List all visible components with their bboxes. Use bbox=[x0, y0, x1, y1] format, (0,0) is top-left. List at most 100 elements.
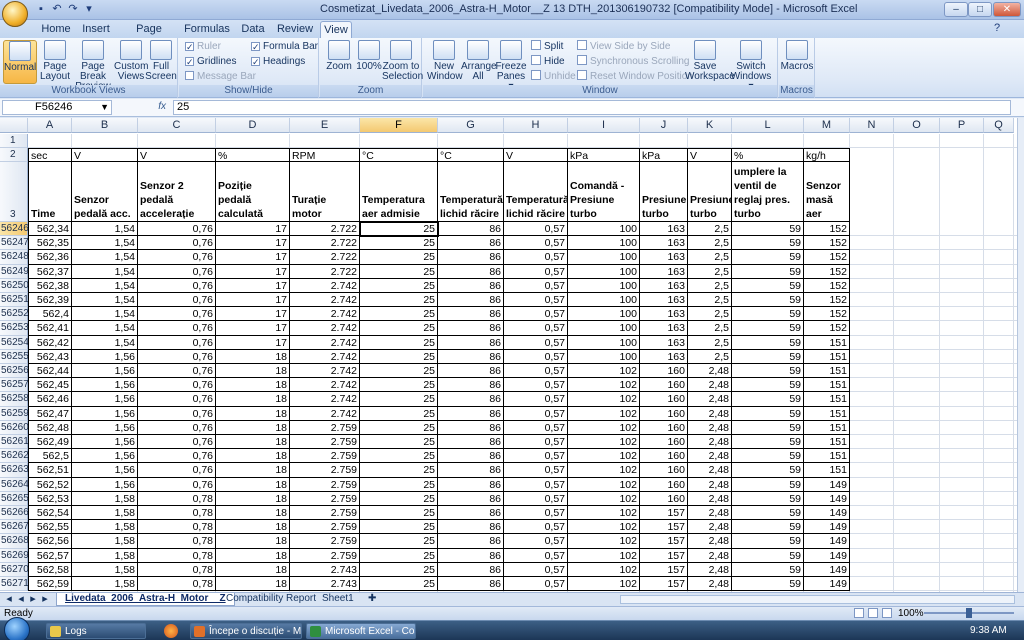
data-cell[interactable]: 562,42 bbox=[28, 335, 72, 350]
data-cell[interactable]: 1,54 bbox=[72, 307, 138, 322]
data-cell[interactable]: 102 bbox=[568, 392, 640, 407]
formula-input[interactable]: 25 bbox=[173, 100, 1011, 115]
page-break-preview-button[interactable]: Page Break Preview bbox=[74, 40, 112, 92]
data-cell[interactable]: 86 bbox=[438, 435, 504, 450]
data-cell[interactable]: 562,44 bbox=[28, 364, 72, 379]
data-cell[interactable]: 100 bbox=[568, 236, 640, 251]
data-cell[interactable]: 1,54 bbox=[72, 321, 138, 336]
name-box[interactable]: F56246 ▼ bbox=[2, 100, 112, 115]
data-cell[interactable]: 59 bbox=[732, 293, 804, 308]
row-header[interactable]: 56261 bbox=[0, 435, 29, 450]
column-header-e[interactable]: E bbox=[290, 118, 360, 133]
insert-function-icon[interactable]: fx bbox=[116, 101, 166, 114]
row-header[interactable]: 56248 bbox=[0, 250, 29, 265]
data-cell[interactable]: 0,57 bbox=[504, 321, 568, 336]
row-header[interactable]: 56250 bbox=[0, 278, 29, 293]
row-header-1[interactable]: 1 bbox=[0, 134, 28, 148]
column-title-cell[interactable]: Turație motor bbox=[290, 162, 360, 222]
data-cell[interactable]: 562,37 bbox=[28, 264, 72, 279]
data-cell[interactable]: 562,48 bbox=[28, 420, 72, 435]
zoom-level[interactable]: 100% bbox=[898, 607, 924, 620]
data-cell[interactable]: 100 bbox=[568, 222, 640, 237]
column-header-q[interactable]: Q bbox=[984, 118, 1014, 133]
data-cell[interactable]: 102 bbox=[568, 534, 640, 549]
message-bar-checkbox[interactable]: Message Bar bbox=[185, 70, 256, 84]
data-cell[interactable]: 86 bbox=[438, 491, 504, 506]
column-title-cell[interactable]: Presiune turbo bbox=[640, 162, 688, 222]
tab-insert[interactable]: Insert bbox=[78, 21, 114, 38]
data-cell[interactable]: 25 bbox=[360, 364, 438, 379]
data-cell[interactable]: 102 bbox=[568, 378, 640, 393]
data-cell[interactable]: 562,51 bbox=[28, 463, 72, 478]
data-cell[interactable]: 1,56 bbox=[72, 435, 138, 450]
data-cell[interactable]: 59 bbox=[732, 335, 804, 350]
data-cell[interactable]: 86 bbox=[438, 520, 504, 535]
zoom-button[interactable]: Zoom bbox=[322, 40, 356, 84]
reset-window-position-button[interactable]: Reset Window Position bbox=[577, 70, 693, 84]
data-cell[interactable]: 151 bbox=[804, 449, 850, 464]
last-sheet-icon[interactable]: ▸ bbox=[38, 593, 52, 606]
data-cell[interactable]: 149 bbox=[804, 562, 850, 577]
data-cell[interactable]: 1,54 bbox=[72, 335, 138, 350]
data-cell[interactable]: 17 bbox=[216, 293, 290, 308]
data-cell[interactable]: 25 bbox=[360, 335, 438, 350]
data-cell[interactable]: 2.743 bbox=[290, 562, 360, 577]
data-cell[interactable]: 157 bbox=[640, 506, 688, 521]
data-cell[interactable]: 17 bbox=[216, 264, 290, 279]
page-layout-view-button[interactable]: Page Layout bbox=[38, 40, 72, 84]
data-cell[interactable]: 59 bbox=[732, 420, 804, 435]
data-cell[interactable]: 17 bbox=[216, 236, 290, 251]
data-cell[interactable]: 1,58 bbox=[72, 520, 138, 535]
data-cell[interactable]: 0,78 bbox=[138, 548, 216, 563]
data-cell[interactable]: 86 bbox=[438, 420, 504, 435]
column-title-cell[interactable]: Senzor masă aer bbox=[804, 162, 850, 222]
start-button[interactable] bbox=[4, 617, 30, 640]
data-cell[interactable]: 59 bbox=[732, 349, 804, 364]
data-cell[interactable]: 562,41 bbox=[28, 321, 72, 336]
data-cell[interactable]: 86 bbox=[438, 307, 504, 322]
column-header-b[interactable]: B bbox=[72, 118, 138, 133]
tab-home[interactable]: Home bbox=[38, 21, 74, 38]
data-cell[interactable]: 102 bbox=[568, 449, 640, 464]
arrange-all-button[interactable]: Arrange All bbox=[461, 40, 497, 84]
data-cell[interactable]: 562,35 bbox=[28, 236, 72, 251]
vertical-scrollbar[interactable] bbox=[1017, 118, 1024, 592]
row-header[interactable]: 56268 bbox=[0, 534, 29, 549]
data-cell[interactable]: 2,5 bbox=[688, 321, 732, 336]
data-cell[interactable]: 25 bbox=[360, 435, 438, 450]
data-cell[interactable]: 163 bbox=[640, 307, 688, 322]
data-cell[interactable]: 59 bbox=[732, 378, 804, 393]
unit-cell[interactable]: V bbox=[688, 148, 732, 162]
data-cell[interactable]: 25 bbox=[360, 349, 438, 364]
unit-cell[interactable]: % bbox=[732, 148, 804, 162]
data-cell[interactable]: 2,48 bbox=[688, 406, 732, 421]
data-cell[interactable]: 163 bbox=[640, 335, 688, 350]
data-cell[interactable]: 0,57 bbox=[504, 477, 568, 492]
column-title-cell[interactable]: Presiune turbo bbox=[688, 162, 732, 222]
data-cell[interactable]: 2.759 bbox=[290, 477, 360, 492]
data-cell[interactable]: 0,57 bbox=[504, 520, 568, 535]
data-cell[interactable]: 0,76 bbox=[138, 264, 216, 279]
data-cell[interactable]: 0,78 bbox=[138, 520, 216, 535]
data-cell[interactable]: 152 bbox=[804, 250, 850, 265]
row-header[interactable]: 56271 bbox=[0, 577, 29, 592]
sheet-tab-compatibility-report[interactable]: Compatibility Report bbox=[218, 593, 324, 606]
data-cell[interactable]: 86 bbox=[438, 562, 504, 577]
data-cell[interactable]: 0,57 bbox=[504, 420, 568, 435]
data-cell[interactable]: 0,76 bbox=[138, 406, 216, 421]
full-screen-button[interactable]: Full Screen bbox=[144, 40, 178, 84]
data-cell[interactable]: 157 bbox=[640, 534, 688, 549]
data-cell[interactable]: 18 bbox=[216, 449, 290, 464]
data-cell[interactable]: 17 bbox=[216, 250, 290, 265]
column-header-f[interactable]: F bbox=[360, 118, 438, 133]
data-cell[interactable]: 1,58 bbox=[72, 506, 138, 521]
data-cell[interactable]: 0,57 bbox=[504, 278, 568, 293]
data-cell[interactable]: 100 bbox=[568, 293, 640, 308]
taskbar-item-logs[interactable]: Logs bbox=[46, 623, 146, 639]
data-cell[interactable]: 562,53 bbox=[28, 491, 72, 506]
data-cell[interactable]: 149 bbox=[804, 506, 850, 521]
data-cell[interactable]: 86 bbox=[438, 264, 504, 279]
data-cell[interactable]: 1,58 bbox=[72, 577, 138, 592]
data-cell[interactable]: 0,76 bbox=[138, 435, 216, 450]
data-cell[interactable]: 2.743 bbox=[290, 577, 360, 592]
